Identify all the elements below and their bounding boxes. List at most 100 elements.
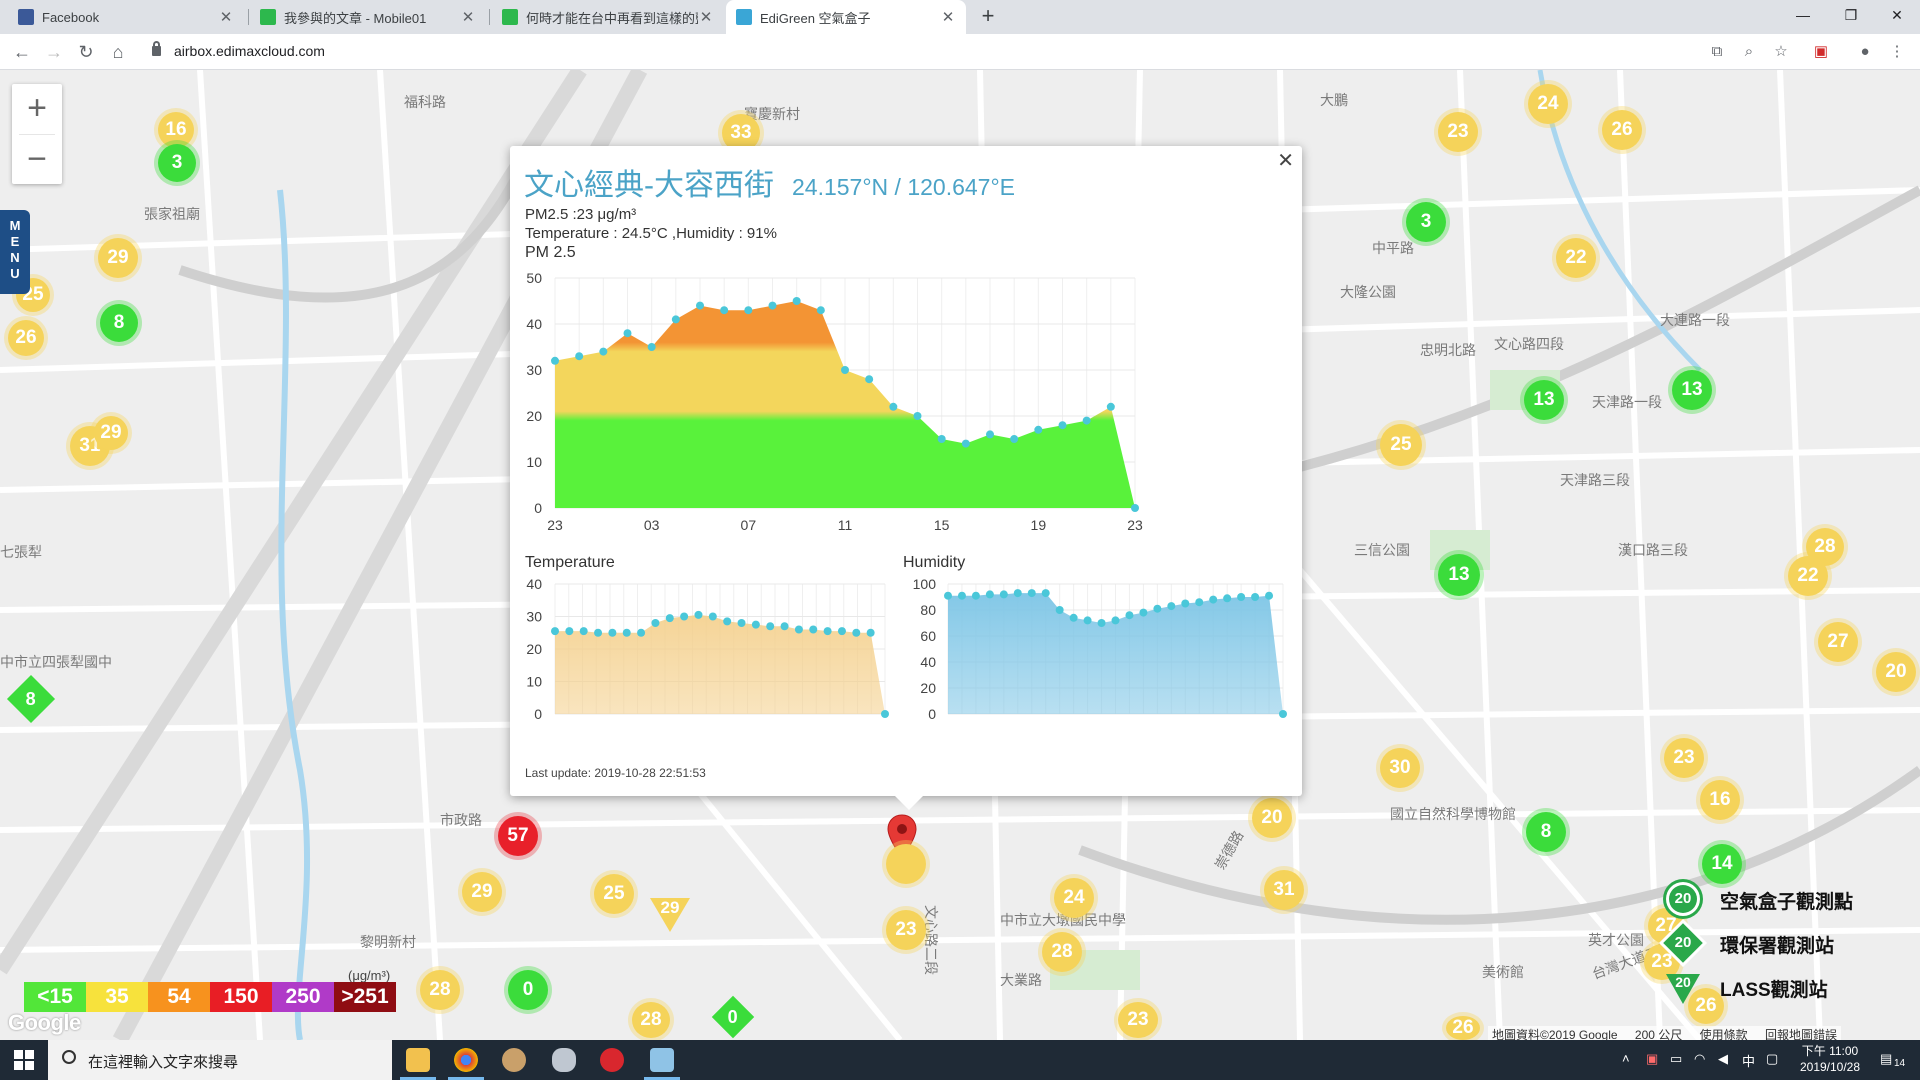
data-point bbox=[671, 315, 680, 324]
airbox-marker[interactable]: 31 bbox=[1264, 870, 1304, 910]
app-car[interactable] bbox=[540, 1040, 588, 1080]
airbox-marker[interactable]: 3 bbox=[158, 144, 196, 182]
close-window-button[interactable]: ✕ bbox=[1874, 0, 1920, 30]
tray-calendar-icon[interactable]: ▢ bbox=[1766, 1051, 1778, 1067]
airbox-marker[interactable]: 24 bbox=[1054, 878, 1094, 918]
zoom-in-button[interactable]: + bbox=[12, 84, 62, 134]
back-arrow-icon[interactable]: ← bbox=[8, 38, 36, 66]
reload-icon[interactable]: ↻ bbox=[72, 38, 100, 66]
translate-icon[interactable]: ⧉ bbox=[1706, 41, 1728, 63]
station-legend-airbox: 20 空氣盒子觀測點 bbox=[1660, 880, 1853, 920]
terms-link[interactable]: 使用條款 bbox=[1700, 1028, 1748, 1040]
airbox-marker[interactable]: 13 bbox=[1438, 554, 1480, 596]
app-notepad[interactable] bbox=[638, 1040, 686, 1080]
tab-close-icon[interactable]: ✕ bbox=[218, 8, 234, 26]
minimize-button[interactable]: — bbox=[1780, 0, 1826, 30]
data-point bbox=[565, 627, 574, 636]
airbox-marker[interactable]: 22 bbox=[1788, 556, 1828, 596]
tray-volume-icon[interactable]: ◀ bbox=[1718, 1051, 1728, 1067]
data-point bbox=[1069, 613, 1078, 622]
address-bar[interactable]: airbox.edimaxcloud.com bbox=[140, 38, 1730, 66]
tray-battery-icon[interactable]: ▭ bbox=[1670, 1051, 1682, 1067]
airbox-marker[interactable]: 25 bbox=[594, 874, 634, 914]
forward-arrow-icon[interactable]: → bbox=[40, 38, 68, 66]
airbox-marker[interactable]: 8 bbox=[1526, 812, 1566, 852]
airbox-marker[interactable]: 26 bbox=[1602, 110, 1642, 150]
data-point bbox=[665, 614, 674, 623]
last-update-text: Last update: 2019-10-28 22:51:53 bbox=[525, 766, 706, 780]
airbox-marker[interactable]: 23 bbox=[886, 910, 926, 950]
notification-center-icon[interactable]: ▤ bbox=[1880, 1051, 1892, 1067]
tab-close-icon[interactable]: ✕ bbox=[940, 8, 956, 26]
tab-close-icon[interactable]: ✕ bbox=[698, 8, 714, 26]
data-point bbox=[971, 591, 980, 600]
tab-edigreen-airbox[interactable]: EdiGreen 空氣盒子 ✕ bbox=[726, 0, 966, 34]
data-point bbox=[708, 612, 717, 621]
extension-icon[interactable]: ▣ bbox=[1810, 41, 1832, 63]
airbox-marker[interactable]: 24 bbox=[1528, 84, 1568, 124]
tab-mobile01-articles[interactable]: 我參與的文章 - Mobile01 ✕ bbox=[250, 0, 486, 34]
airbox-marker[interactable]: 3 bbox=[1406, 202, 1446, 242]
tab-mobile01-thread[interactable]: 何時才能在台中再看到這樣的藍天 ✕ bbox=[492, 0, 724, 34]
pm-legend-cell: <15 bbox=[24, 982, 86, 1012]
tray-wifi-icon[interactable]: ◠ bbox=[1694, 1051, 1705, 1067]
airbox-marker[interactable]: 0 bbox=[508, 970, 548, 1010]
windows-start-icon[interactable] bbox=[14, 1050, 34, 1070]
zoom-out-button[interactable]: − bbox=[12, 135, 62, 185]
airbox-marker[interactable]: 14 bbox=[1702, 844, 1742, 884]
zoom-icon[interactable]: ⌕ bbox=[1738, 41, 1760, 63]
taskbar-search[interactable]: 在這裡輸入文字來搜尋 bbox=[48, 1040, 392, 1080]
map-attribution: 地圖資料©2019 Google 200 公尺 使用條款 回報地圖錯誤 bbox=[1488, 1026, 1841, 1040]
airbox-marker[interactable]: 23 bbox=[1118, 1002, 1158, 1038]
data-point bbox=[852, 628, 861, 637]
airbox-marker[interactable]: 26 bbox=[8, 320, 44, 356]
selected-airbox-marker[interactable] bbox=[886, 844, 926, 884]
bookmark-star-icon[interactable]: ☆ bbox=[1770, 41, 1792, 63]
airbox-marker[interactable]: 26 bbox=[1446, 1016, 1480, 1040]
data-point bbox=[1010, 435, 1019, 443]
airbox-marker[interactable]: 30 bbox=[1380, 748, 1420, 788]
airbox-marker[interactable]: 28 bbox=[420, 970, 460, 1010]
airbox-marker[interactable]: 16 bbox=[158, 112, 194, 148]
airbox-marker[interactable]: 29 bbox=[462, 872, 502, 912]
airbox-marker[interactable]: 29 bbox=[98, 238, 138, 278]
close-popup-icon[interactable]: ✕ bbox=[1277, 148, 1294, 173]
airbox-marker[interactable]: 8 bbox=[100, 304, 138, 342]
airbox-marker[interactable]: 57 bbox=[498, 816, 538, 856]
airbox-marker[interactable]: 28 bbox=[1042, 932, 1082, 972]
menu-tab[interactable]: MENU bbox=[0, 210, 30, 294]
airbox-marker[interactable]: 16 bbox=[1700, 780, 1740, 820]
tab-close-icon[interactable]: ✕ bbox=[460, 8, 476, 26]
restore-button[interactable]: ❐ bbox=[1828, 0, 1874, 30]
airbox-marker[interactable]: 27 bbox=[1818, 622, 1858, 662]
airbox-marker[interactable]: 22 bbox=[1556, 238, 1596, 278]
airbox-marker[interactable]: 23 bbox=[1438, 112, 1478, 152]
ime-indicator[interactable]: 中 bbox=[1742, 1051, 1755, 1070]
app-rabbit[interactable] bbox=[490, 1040, 538, 1080]
airbox-marker[interactable]: 23 bbox=[1664, 738, 1704, 778]
airbox-marker[interactable]: 28 bbox=[632, 1002, 670, 1038]
airbox-marker[interactable]: 13 bbox=[1672, 370, 1712, 410]
report-error-link[interactable]: 回報地圖錯誤 bbox=[1765, 1028, 1837, 1040]
home-icon[interactable]: ⌂ bbox=[104, 38, 132, 66]
road-label: 市政路 bbox=[440, 812, 482, 828]
airbox-marker[interactable]: 20 bbox=[1876, 652, 1916, 692]
airbox-marker[interactable]: 29 bbox=[94, 416, 128, 450]
data-point bbox=[865, 375, 874, 384]
airbox-marker[interactable]: 13 bbox=[1524, 380, 1564, 420]
airbox-marker[interactable]: 20 bbox=[1252, 798, 1292, 838]
new-tab-button[interactable]: + bbox=[975, 4, 1001, 30]
file-explorer-app[interactable] bbox=[394, 1040, 442, 1080]
airbox-marker[interactable]: 25 bbox=[1380, 424, 1422, 466]
profile-icon[interactable]: ● bbox=[1854, 41, 1876, 63]
more-menu-icon[interactable]: ⋮ bbox=[1886, 41, 1908, 63]
chrome-app[interactable] bbox=[442, 1040, 490, 1080]
data-point bbox=[1125, 611, 1134, 620]
station-legend-epa: 20 環保署觀測站 bbox=[1660, 923, 1834, 964]
road-label: 七張犁 bbox=[0, 544, 42, 560]
app-red[interactable] bbox=[588, 1040, 636, 1080]
tray-security-icon[interactable]: ▣ bbox=[1646, 1051, 1658, 1067]
tray-clock[interactable]: 下午 11:00 2019/10/28 bbox=[1790, 1043, 1870, 1075]
tray-chevron-icon[interactable]: ˄ bbox=[1622, 1051, 1630, 1066]
tab-facebook[interactable]: Facebook ✕ bbox=[8, 0, 244, 34]
